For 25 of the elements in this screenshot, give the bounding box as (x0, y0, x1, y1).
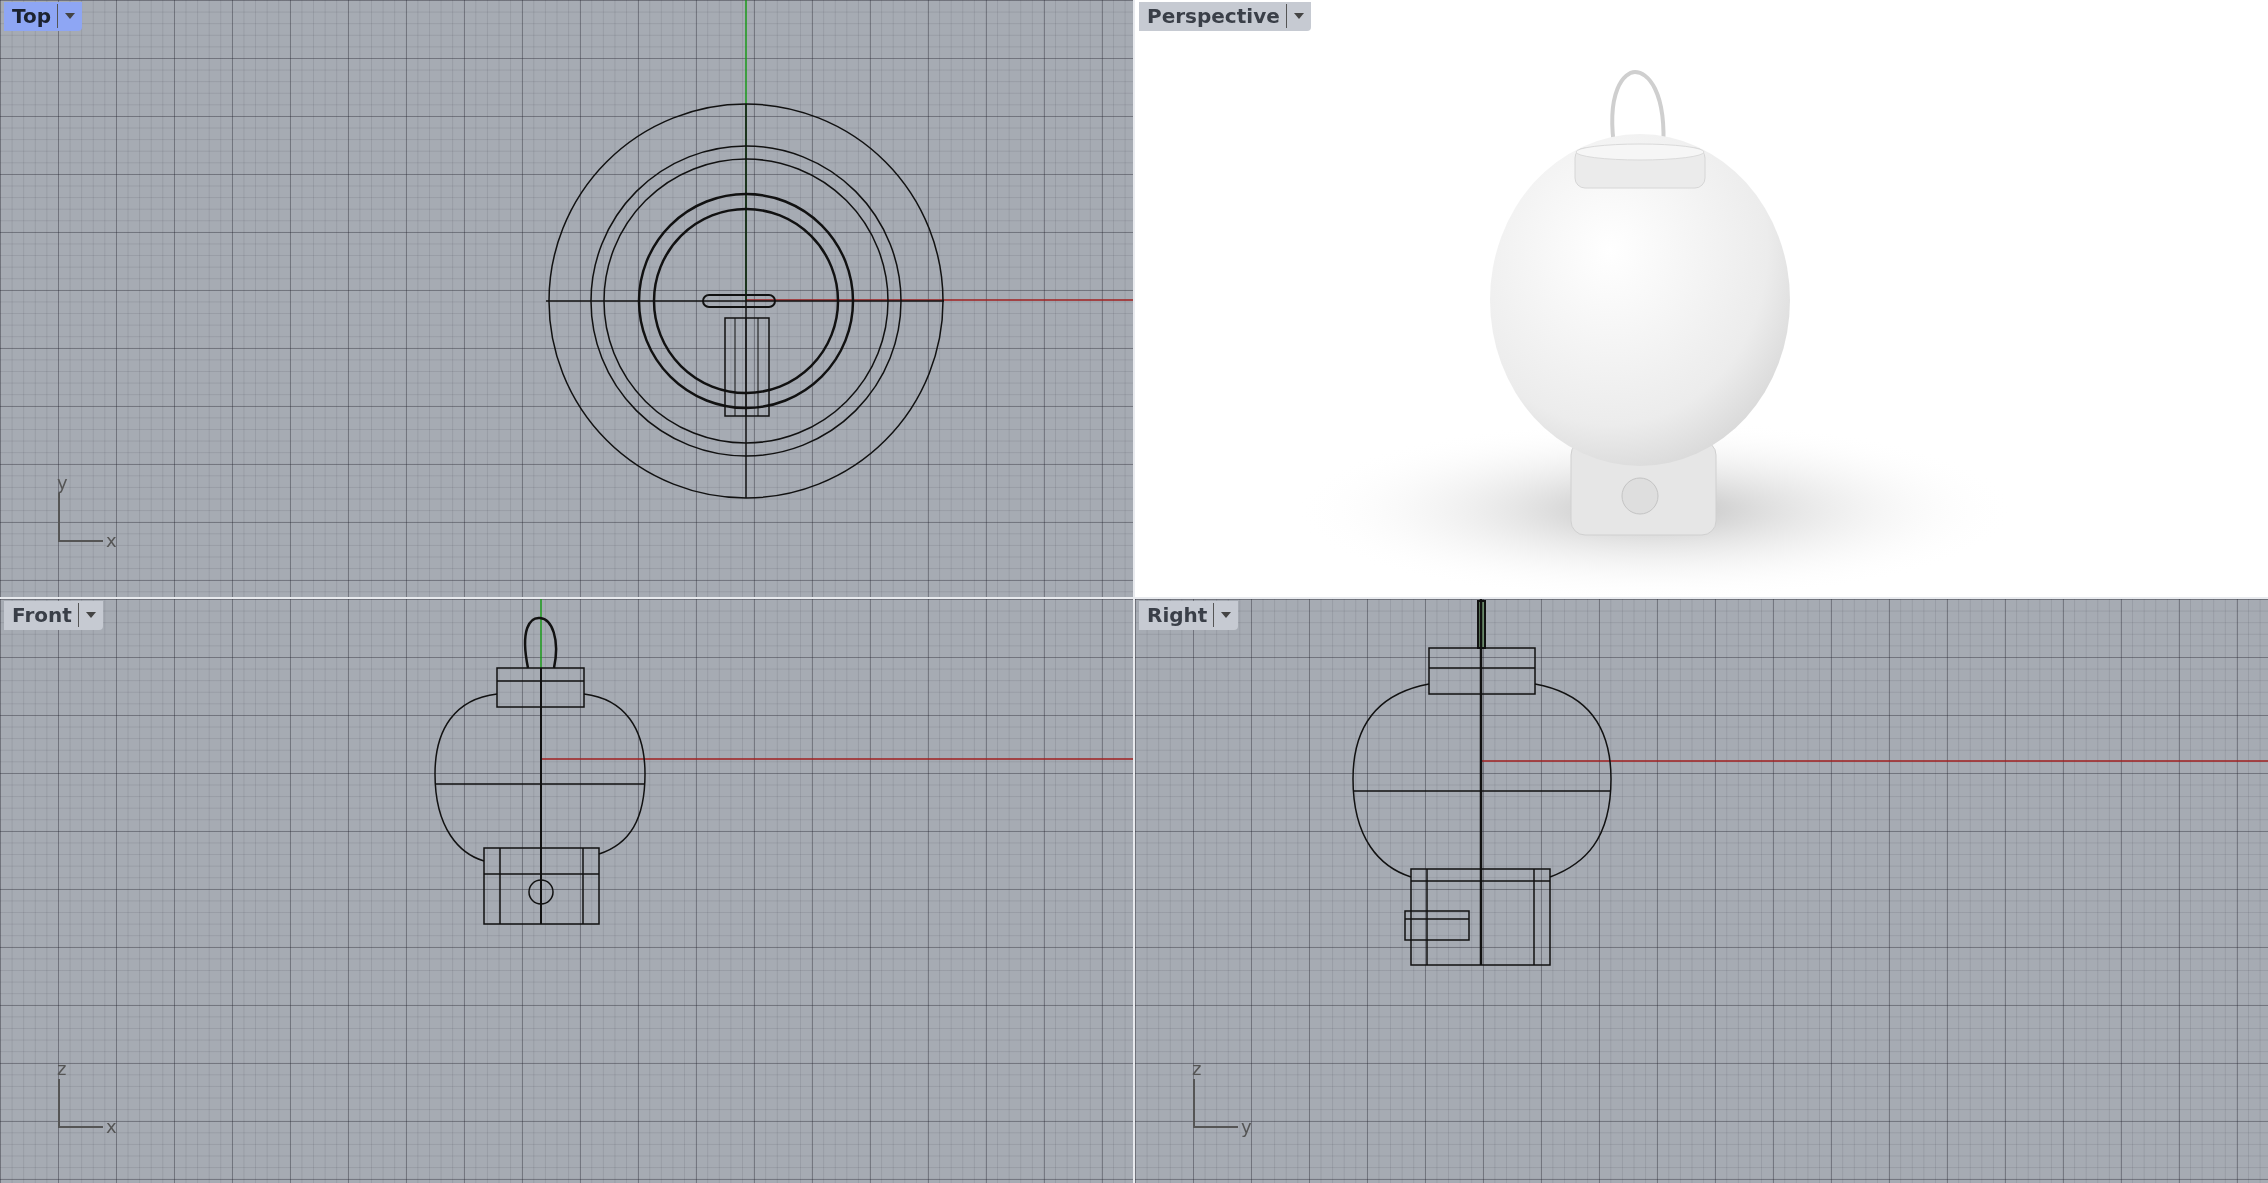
viewport-title: Right (1147, 603, 1215, 627)
axis-icon (57, 1079, 105, 1129)
viewport-title: Perspective (1147, 4, 1287, 28)
axis-label: z (1192, 1059, 1202, 1079)
caret-icon[interactable] (1292, 12, 1305, 20)
viewport-tab[interactable]: Front (4, 601, 103, 630)
viewport[interactable]: Front z x (0, 599, 1133, 1183)
axis-label: y (1241, 1117, 1252, 1137)
viewport-tab[interactable]: Right (1139, 601, 1239, 630)
caret-icon[interactable] (1220, 611, 1233, 619)
viewport-title: Top (12, 4, 59, 28)
axis-label: y (57, 473, 68, 493)
caret-icon[interactable] (84, 611, 97, 619)
axis-label: x (106, 531, 117, 551)
axis-icon (57, 493, 105, 543)
viewport[interactable]: Top y x (0, 0, 1133, 597)
axis-label: x (106, 1117, 117, 1137)
viewport-tab[interactable]: Top (4, 2, 83, 31)
axis-icon (1192, 1079, 1240, 1129)
axis-label: z (57, 1059, 67, 1079)
viewport[interactable]: Perspective (1135, 0, 2268, 597)
caret-icon[interactable] (64, 12, 77, 20)
viewport-tab[interactable]: Perspective (1139, 2, 1311, 31)
viewport[interactable]: Right z y (1135, 599, 2268, 1183)
viewport-title: Front (12, 603, 79, 627)
